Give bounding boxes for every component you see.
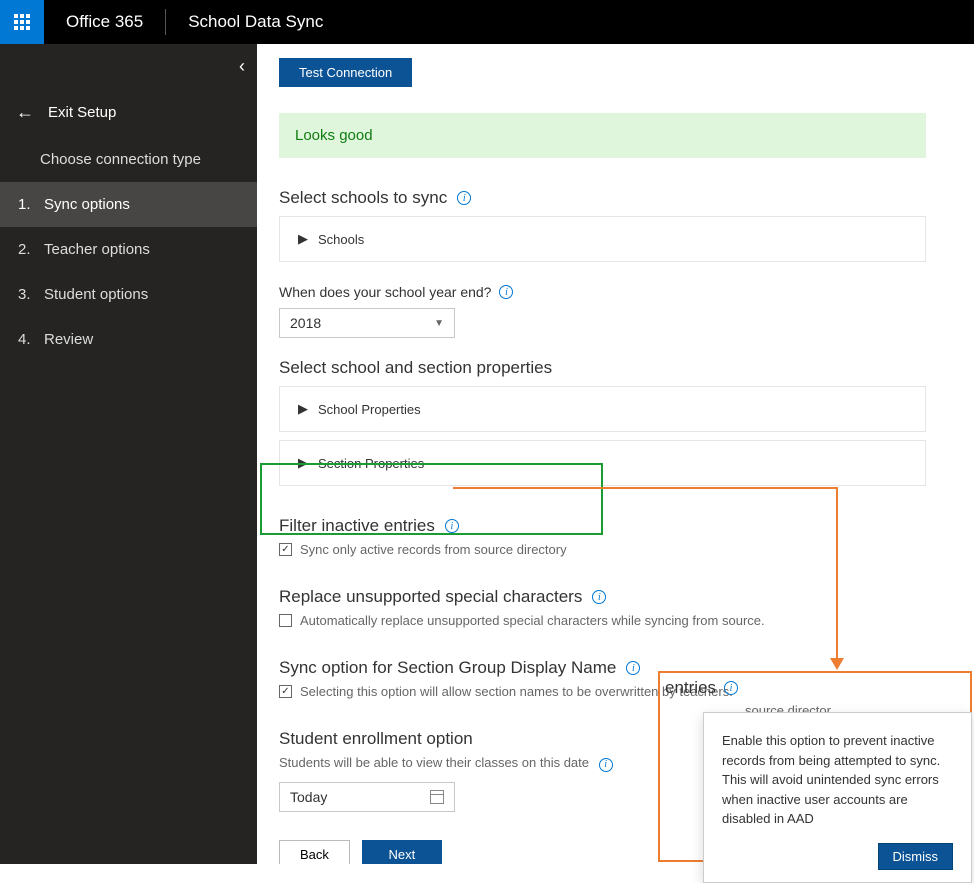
dismiss-button[interactable]: Dismiss xyxy=(878,843,954,870)
info-icon[interactable]: i xyxy=(499,285,513,299)
info-tooltip: Enable this option to prevent inactive r… xyxy=(703,712,972,883)
schools-expand-panel[interactable]: ▶ Schools xyxy=(279,216,926,262)
checkbox-label: Automatically replace unsupported specia… xyxy=(300,613,765,628)
test-connection-button[interactable]: Test Connection xyxy=(279,58,412,87)
step-label: Student options xyxy=(44,286,148,303)
caret-right-icon: ▶ xyxy=(298,455,308,471)
checkbox-icon xyxy=(279,614,292,627)
sidebar-item-sync-options[interactable]: 1. Sync options xyxy=(0,182,257,227)
filter-checkbox-row[interactable]: Sync only active records from source dir… xyxy=(279,542,926,557)
step-num: 4. xyxy=(18,331,34,348)
step-num: 2. xyxy=(18,241,34,258)
app-title: School Data Sync xyxy=(166,12,345,32)
step-num: 1. xyxy=(18,196,34,213)
sidebar-item-student-options[interactable]: 3. Student options xyxy=(0,272,257,317)
info-icon[interactable]: i xyxy=(724,681,738,695)
caret-right-icon: ▶ xyxy=(298,231,308,247)
step-label: Teacher options xyxy=(44,241,150,258)
heading-text: Replace unsupported special characters xyxy=(279,587,582,607)
caret-right-icon: ▶ xyxy=(298,401,308,417)
exit-setup-label: Exit Setup xyxy=(48,104,116,121)
step-label: Review xyxy=(44,331,93,348)
arrow-left-icon: ← xyxy=(16,102,34,123)
app-launcher-button[interactable] xyxy=(0,0,44,44)
sidebar: ‹ ← Exit Setup Choose connection type 1.… xyxy=(0,44,257,864)
tooltip-heading-fragment: entries i xyxy=(665,678,738,698)
replace-chars-heading: Replace unsupported special characters i xyxy=(279,587,926,607)
school-properties-panel[interactable]: ▶ School Properties xyxy=(279,386,926,432)
sync-option-heading: Sync option for Section Group Display Na… xyxy=(279,658,926,678)
subtext-text: Students will be able to view their clas… xyxy=(279,755,589,770)
exit-setup-link[interactable]: ← Exit Setup xyxy=(0,88,257,137)
chevron-left-icon: ‹ xyxy=(239,56,245,77)
header-bar: Office 365 School Data Sync xyxy=(0,0,974,44)
label-text: When does your school year end? xyxy=(279,284,491,300)
panel-label: School Properties xyxy=(318,402,421,417)
sidebar-collapse[interactable]: ‹ xyxy=(0,44,257,88)
panel-label: Section Properties xyxy=(318,456,424,471)
back-button[interactable]: Back xyxy=(279,840,350,865)
sidebar-item-choose-connection[interactable]: Choose connection type xyxy=(0,137,257,182)
section-properties-panel[interactable]: ▶ Section Properties xyxy=(279,440,926,486)
next-button[interactable]: Next xyxy=(362,840,442,865)
alert-success: Looks good xyxy=(279,113,926,158)
year-end-label: When does your school year end? i xyxy=(279,284,926,300)
info-icon[interactable]: i xyxy=(457,191,471,205)
checkbox-icon xyxy=(279,543,292,556)
info-icon[interactable]: i xyxy=(592,590,606,604)
date-value: Today xyxy=(290,789,327,805)
waffle-icon xyxy=(14,14,30,30)
caret-down-icon: ▼ xyxy=(434,318,444,329)
heading-text: Filter inactive entries xyxy=(279,516,435,536)
replace-checkbox-row[interactable]: Automatically replace unsupported specia… xyxy=(279,613,926,628)
year-end-select[interactable]: 2018 ▼ xyxy=(279,308,455,338)
enrollment-date-input[interactable]: Today xyxy=(279,782,455,812)
tooltip-body: Enable this option to prevent inactive r… xyxy=(722,731,953,829)
checkbox-label: Sync only active records from source dir… xyxy=(300,542,567,557)
heading-text: Sync option for Section Group Display Na… xyxy=(279,658,616,678)
sidebar-item-teacher-options[interactable]: 2. Teacher options xyxy=(0,227,257,272)
annotation-arrowhead-icon xyxy=(830,658,844,670)
panel-label: Schools xyxy=(318,232,364,247)
properties-heading: Select school and section properties xyxy=(279,358,926,378)
sidebar-item-review[interactable]: 4. Review xyxy=(0,317,257,362)
checkbox-icon xyxy=(279,685,292,698)
heading-text: Select schools to sync xyxy=(279,188,447,208)
heading-fragment-text: entries xyxy=(665,678,716,698)
calendar-icon xyxy=(430,790,444,804)
select-value: 2018 xyxy=(290,315,321,331)
suite-brand[interactable]: Office 365 xyxy=(44,12,165,32)
info-icon[interactable]: i xyxy=(599,758,613,772)
filter-inactive-heading: Filter inactive entries i xyxy=(279,516,926,536)
select-schools-heading: Select schools to sync i xyxy=(279,188,926,208)
step-label: Sync options xyxy=(44,196,130,213)
info-icon[interactable]: i xyxy=(445,519,459,533)
step-num: 3. xyxy=(18,286,34,303)
info-icon[interactable]: i xyxy=(626,661,640,675)
sync-option-checkbox-row[interactable]: Selecting this option will allow section… xyxy=(279,684,926,699)
